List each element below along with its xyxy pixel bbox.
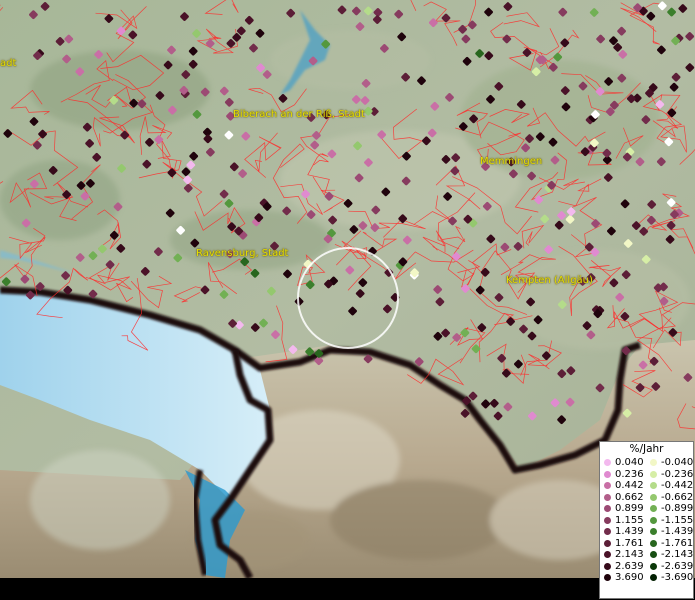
legend-swatch bbox=[604, 574, 611, 582]
legend-row: 0.662 -0.662 bbox=[600, 492, 693, 504]
legend-entry: -2.143 bbox=[646, 549, 693, 561]
legend-entry: 1.155 bbox=[600, 515, 646, 527]
map-canvas[interactable] bbox=[0, 0, 695, 578]
legend-value: -3.690 bbox=[661, 572, 694, 583]
legend-entry: 0.662 bbox=[600, 492, 646, 504]
legend-swatch bbox=[650, 470, 657, 478]
legend-entry: 0.040 bbox=[600, 457, 646, 469]
legend-value: -2.639 bbox=[661, 560, 694, 572]
legend-swatch bbox=[650, 516, 657, 524]
legend-row: 0.442 -0.442 bbox=[600, 480, 693, 492]
legend-swatch bbox=[604, 459, 611, 467]
legend-value: -1.761 bbox=[661, 537, 694, 549]
legend-row: 2.143 -2.143 bbox=[600, 549, 693, 561]
legend-swatch bbox=[604, 470, 611, 478]
legend-entry: 2.143 bbox=[600, 549, 646, 561]
legend-swatch bbox=[604, 562, 611, 570]
legend-entry: -1.155 bbox=[646, 515, 693, 527]
legend-value: -0.662 bbox=[661, 491, 694, 503]
bottom-bar bbox=[0, 578, 695, 600]
city-kempten[interactable]: Kempten (Allgäu) bbox=[506, 275, 593, 286]
legend-swatch bbox=[650, 482, 657, 490]
city-biberach[interactable]: Biberach an der Riß, Stadt bbox=[233, 109, 365, 120]
legend-entry: 0.442 bbox=[600, 480, 646, 492]
legend-value: -2.143 bbox=[661, 549, 694, 560]
legend-title: %/Jahr bbox=[629, 443, 664, 455]
legend-row: 3.690 -3.690 bbox=[600, 572, 693, 584]
legend-value: 2.639 bbox=[615, 560, 644, 572]
legend-entry: 1.761 bbox=[600, 538, 646, 550]
legend-value: -0.442 bbox=[661, 480, 694, 491]
legend-entry: 2.639 bbox=[600, 561, 646, 573]
legend-swatch bbox=[604, 551, 611, 559]
legend-value: 1.761 bbox=[615, 537, 644, 549]
legend: %/Jahr 0.040 -0.040 0.236 -0.236 0.442 -0.442… bbox=[599, 441, 694, 599]
legend-swatch bbox=[604, 539, 611, 547]
legend-entry: -3.690 bbox=[646, 572, 693, 584]
legend-swatch bbox=[650, 539, 657, 547]
legend-value: -1.155 bbox=[661, 514, 694, 526]
legend-swatch bbox=[604, 528, 611, 536]
legend-row: 0.040 -0.040 bbox=[600, 457, 693, 469]
legend-value: 1.439 bbox=[615, 526, 644, 537]
legend-entry: 0.899 bbox=[600, 503, 646, 515]
legend-swatch bbox=[650, 459, 657, 467]
legend-value: -0.040 bbox=[661, 457, 694, 468]
legend-value: 2.143 bbox=[615, 549, 644, 560]
legend-row: 0.236 -0.236 bbox=[600, 469, 693, 481]
legend-value: -0.899 bbox=[661, 503, 694, 514]
legend-entry: -1.761 bbox=[646, 538, 693, 550]
legend-swatch bbox=[650, 505, 657, 513]
legend-value: -0.236 bbox=[661, 468, 694, 480]
legend-entry: -0.040 bbox=[646, 457, 693, 469]
legend-entry: 0.236 bbox=[600, 469, 646, 481]
legend-swatch bbox=[650, 562, 657, 570]
legend-swatch bbox=[604, 482, 611, 490]
legend-swatch bbox=[650, 493, 657, 501]
legend-row: 2.639 -2.639 bbox=[600, 561, 693, 573]
legend-entry: -0.662 bbox=[646, 492, 693, 504]
legend-row: 1.439 -1.439 bbox=[600, 526, 693, 538]
legend-value: 0.040 bbox=[615, 457, 644, 468]
legend-row: 0.899 -0.899 bbox=[600, 503, 693, 515]
legend-swatch bbox=[604, 493, 611, 501]
legend-value: -1.439 bbox=[661, 526, 694, 537]
legend-rows: 0.040 -0.040 0.236 -0.236 0.442 -0.442 0.662 -0… bbox=[600, 457, 693, 584]
legend-entry: 3.690 bbox=[600, 572, 646, 584]
legend-entry: 1.439 bbox=[600, 526, 646, 538]
city-memmingen[interactable]: Memmingen bbox=[480, 156, 542, 167]
map-view[interactable]: Biberach an der Riß, Stadt Memmingen Rav… bbox=[0, 0, 695, 578]
city-partial-left[interactable]: adt bbox=[0, 58, 16, 69]
legend-value: 3.690 bbox=[615, 572, 644, 583]
legend-value: 0.662 bbox=[615, 491, 644, 503]
legend-swatch bbox=[650, 528, 657, 536]
legend-entry: -0.899 bbox=[646, 503, 693, 515]
legend-swatch bbox=[650, 551, 657, 559]
legend-value: 0.236 bbox=[615, 468, 644, 480]
legend-swatch bbox=[604, 505, 611, 513]
legend-value: 0.442 bbox=[615, 480, 644, 491]
legend-swatch bbox=[650, 574, 657, 582]
legend-entry: -0.442 bbox=[646, 480, 693, 492]
legend-value: 0.899 bbox=[615, 503, 644, 514]
legend-entry: -0.236 bbox=[646, 469, 693, 481]
city-ravensburg[interactable]: Ravensburg, Stadt bbox=[196, 248, 288, 259]
legend-entry: -1.439 bbox=[646, 526, 693, 538]
legend-swatch bbox=[604, 516, 611, 524]
legend-row: 1.155 -1.155 bbox=[600, 515, 693, 527]
legend-entry: -2.639 bbox=[646, 561, 693, 573]
legend-row: 1.761 -1.761 bbox=[600, 538, 693, 550]
legend-value: 1.155 bbox=[615, 514, 644, 526]
